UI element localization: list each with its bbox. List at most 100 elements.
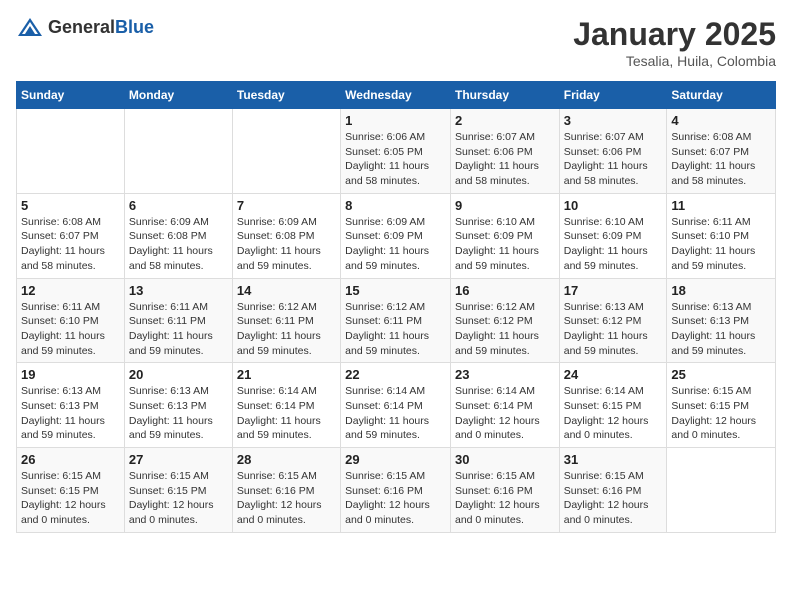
weekday-header: Sunday xyxy=(17,82,125,109)
weekday-header: Wednesday xyxy=(341,82,451,109)
day-info: Sunrise: 6:15 AMSunset: 6:15 PMDaylight:… xyxy=(21,469,120,528)
day-info: Sunrise: 6:06 AMSunset: 6:05 PMDaylight:… xyxy=(345,130,446,189)
day-number: 26 xyxy=(21,452,120,467)
day-info: Sunrise: 6:08 AMSunset: 6:07 PMDaylight:… xyxy=(671,130,771,189)
calendar-day-cell: 29 Sunrise: 6:15 AMSunset: 6:16 PMDayligh… xyxy=(341,448,451,533)
day-number: 21 xyxy=(237,367,336,382)
day-number: 13 xyxy=(129,283,228,298)
day-number: 3 xyxy=(564,113,663,128)
day-number: 27 xyxy=(129,452,228,467)
day-info: Sunrise: 6:09 AMSunset: 6:09 PMDaylight:… xyxy=(345,215,446,274)
day-info: Sunrise: 6:15 AMSunset: 6:15 PMDaylight:… xyxy=(129,469,228,528)
day-number: 8 xyxy=(345,198,446,213)
day-number: 5 xyxy=(21,198,120,213)
day-info: Sunrise: 6:15 AMSunset: 6:16 PMDaylight:… xyxy=(345,469,446,528)
calendar-day-cell: 26 Sunrise: 6:15 AMSunset: 6:15 PMDayligh… xyxy=(17,448,125,533)
calendar-day-cell xyxy=(232,109,340,194)
day-info: Sunrise: 6:15 AMSunset: 6:16 PMDaylight:… xyxy=(455,469,555,528)
month-title: January 2025 xyxy=(573,16,776,53)
weekday-header: Tuesday xyxy=(232,82,340,109)
calendar-day-cell: 27 Sunrise: 6:15 AMSunset: 6:15 PMDayligh… xyxy=(124,448,232,533)
day-number: 29 xyxy=(345,452,446,467)
calendar-day-cell: 14 Sunrise: 6:12 AMSunset: 6:11 PMDayligh… xyxy=(232,278,340,363)
calendar-day-cell: 12 Sunrise: 6:11 AMSunset: 6:10 PMDayligh… xyxy=(17,278,125,363)
logo: GeneralBlue xyxy=(16,16,154,40)
calendar-day-cell: 8 Sunrise: 6:09 AMSunset: 6:09 PMDaylight… xyxy=(341,193,451,278)
day-number: 22 xyxy=(345,367,446,382)
day-number: 12 xyxy=(21,283,120,298)
day-number: 18 xyxy=(671,283,771,298)
weekday-header: Thursday xyxy=(450,82,559,109)
day-info: Sunrise: 6:07 AMSunset: 6:06 PMDaylight:… xyxy=(455,130,555,189)
calendar-day-cell: 19 Sunrise: 6:13 AMSunset: 6:13 PMDayligh… xyxy=(17,363,125,448)
weekday-header-row: SundayMondayTuesdayWednesdayThursdayFrid… xyxy=(17,82,776,109)
day-number: 20 xyxy=(129,367,228,382)
calendar-day-cell xyxy=(124,109,232,194)
day-number: 6 xyxy=(129,198,228,213)
day-number: 14 xyxy=(237,283,336,298)
calendar-week-row: 26 Sunrise: 6:15 AMSunset: 6:15 PMDayligh… xyxy=(17,448,776,533)
day-number: 2 xyxy=(455,113,555,128)
day-number: 15 xyxy=(345,283,446,298)
calendar-day-cell xyxy=(17,109,125,194)
logo-general: General xyxy=(48,18,115,38)
day-info: Sunrise: 6:13 AMSunset: 6:13 PMDaylight:… xyxy=(129,384,228,443)
day-info: Sunrise: 6:09 AMSunset: 6:08 PMDaylight:… xyxy=(129,215,228,274)
day-number: 28 xyxy=(237,452,336,467)
location-subtitle: Tesalia, Huila, Colombia xyxy=(573,53,776,69)
calendar-day-cell: 7 Sunrise: 6:09 AMSunset: 6:08 PMDaylight… xyxy=(232,193,340,278)
calendar-day-cell: 17 Sunrise: 6:13 AMSunset: 6:12 PMDayligh… xyxy=(559,278,667,363)
calendar-day-cell: 15 Sunrise: 6:12 AMSunset: 6:11 PMDayligh… xyxy=(341,278,451,363)
calendar-day-cell: 1 Sunrise: 6:06 AMSunset: 6:05 PMDaylight… xyxy=(341,109,451,194)
calendar-day-cell: 11Sunrise: 6:11 AMSunset: 6:10 PMDayligh… xyxy=(667,193,776,278)
day-info: Sunrise: 6:13 AMSunset: 6:13 PMDaylight:… xyxy=(21,384,120,443)
day-number: 1 xyxy=(345,113,446,128)
weekday-header: Saturday xyxy=(667,82,776,109)
day-info: Sunrise: 6:15 AMSunset: 6:15 PMDaylight:… xyxy=(671,384,771,443)
calendar-day-cell: 6 Sunrise: 6:09 AMSunset: 6:08 PMDaylight… xyxy=(124,193,232,278)
day-number: 25 xyxy=(671,367,771,382)
calendar-day-cell: 18 Sunrise: 6:13 AMSunset: 6:13 PMDayligh… xyxy=(667,278,776,363)
day-info: Sunrise: 6:14 AMSunset: 6:14 PMDaylight:… xyxy=(345,384,446,443)
calendar-day-cell: 4Sunrise: 6:08 AMSunset: 6:07 PMDaylight… xyxy=(667,109,776,194)
day-info: Sunrise: 6:15 AMSunset: 6:16 PMDaylight:… xyxy=(237,469,336,528)
day-info: Sunrise: 6:15 AMSunset: 6:16 PMDaylight:… xyxy=(564,469,663,528)
calendar-day-cell: 24Sunrise: 6:14 AMSunset: 6:15 PMDayligh… xyxy=(559,363,667,448)
day-info: Sunrise: 6:14 AMSunset: 6:15 PMDaylight:… xyxy=(564,384,663,443)
day-info: Sunrise: 6:08 AMSunset: 6:07 PMDaylight:… xyxy=(21,215,120,274)
weekday-header: Monday xyxy=(124,82,232,109)
calendar-day-cell xyxy=(667,448,776,533)
calendar-week-row: 5 Sunrise: 6:08 AMSunset: 6:07 PMDaylight… xyxy=(17,193,776,278)
day-info: Sunrise: 6:09 AMSunset: 6:08 PMDaylight:… xyxy=(237,215,336,274)
day-info: Sunrise: 6:14 AMSunset: 6:14 PMDaylight:… xyxy=(237,384,336,443)
calendar-day-cell: 25 Sunrise: 6:15 AMSunset: 6:15 PMDayligh… xyxy=(667,363,776,448)
calendar-day-cell: 13Sunrise: 6:11 AMSunset: 6:11 PMDayligh… xyxy=(124,278,232,363)
day-number: 19 xyxy=(21,367,120,382)
title-block: January 2025 Tesalia, Huila, Colombia xyxy=(573,16,776,69)
calendar-day-cell: 5 Sunrise: 6:08 AMSunset: 6:07 PMDaylight… xyxy=(17,193,125,278)
day-number: 23 xyxy=(455,367,555,382)
calendar-week-row: 12 Sunrise: 6:11 AMSunset: 6:10 PMDayligh… xyxy=(17,278,776,363)
day-number: 9 xyxy=(455,198,555,213)
calendar-day-cell: 31Sunrise: 6:15 AMSunset: 6:16 PMDayligh… xyxy=(559,448,667,533)
calendar-day-cell: 21 Sunrise: 6:14 AMSunset: 6:14 PMDayligh… xyxy=(232,363,340,448)
logo-text: GeneralBlue xyxy=(48,18,154,38)
day-info: Sunrise: 6:12 AMSunset: 6:11 PMDaylight:… xyxy=(237,300,336,359)
day-info: Sunrise: 6:11 AMSunset: 6:10 PMDaylight:… xyxy=(671,215,771,274)
day-info: Sunrise: 6:10 AMSunset: 6:09 PMDaylight:… xyxy=(455,215,555,274)
calendar-day-cell: 16Sunrise: 6:12 AMSunset: 6:12 PMDayligh… xyxy=(450,278,559,363)
weekday-header: Friday xyxy=(559,82,667,109)
day-info: Sunrise: 6:12 AMSunset: 6:11 PMDaylight:… xyxy=(345,300,446,359)
logo-icon xyxy=(16,16,44,40)
calendar-day-cell: 20 Sunrise: 6:13 AMSunset: 6:13 PMDayligh… xyxy=(124,363,232,448)
day-number: 7 xyxy=(237,198,336,213)
day-info: Sunrise: 6:11 AMSunset: 6:10 PMDaylight:… xyxy=(21,300,120,359)
page-header: GeneralBlue January 2025 Tesalia, Huila,… xyxy=(16,16,776,69)
calendar-day-cell: 28 Sunrise: 6:15 AMSunset: 6:16 PMDayligh… xyxy=(232,448,340,533)
day-info: Sunrise: 6:13 AMSunset: 6:13 PMDaylight:… xyxy=(671,300,771,359)
day-info: Sunrise: 6:13 AMSunset: 6:12 PMDaylight:… xyxy=(564,300,663,359)
day-info: Sunrise: 6:07 AMSunset: 6:06 PMDaylight:… xyxy=(564,130,663,189)
day-info: Sunrise: 6:10 AMSunset: 6:09 PMDaylight:… xyxy=(564,215,663,274)
day-number: 17 xyxy=(564,283,663,298)
calendar-day-cell: 23Sunrise: 6:14 AMSunset: 6:14 PMDayligh… xyxy=(450,363,559,448)
